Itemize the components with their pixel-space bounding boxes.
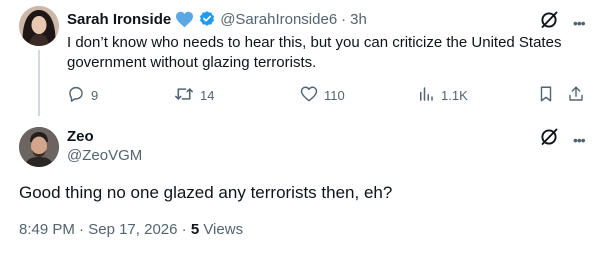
retweet-count: 14 <box>200 88 215 103</box>
retweet-icon <box>174 85 194 106</box>
separator: · <box>341 10 347 28</box>
thread-line <box>38 50 40 116</box>
tweet-date[interactable]: Sep 17, 2026 <box>88 221 177 238</box>
like-count: 110 <box>324 88 345 103</box>
verified-badge-icon[interactable] <box>198 10 216 28</box>
tweet-time[interactable]: 8:49 PM <box>19 221 75 238</box>
avatar[interactable] <box>19 6 59 46</box>
avatar[interactable] <box>19 127 59 167</box>
bookmark-icon <box>537 85 555 106</box>
views-icon <box>417 85 435 106</box>
tweet-text: Good thing no one glazed any terrorists … <box>19 183 393 202</box>
grok-icon[interactable] <box>539 10 559 35</box>
reply-count: 9 <box>91 88 99 103</box>
more-dots-icon[interactable]: ••• <box>573 15 586 31</box>
separator: · <box>79 221 85 238</box>
share-icon <box>567 85 585 106</box>
handle[interactable]: @ZeoVGM <box>67 147 142 164</box>
reply-icon <box>67 85 85 106</box>
share-button[interactable] <box>567 85 585 106</box>
tweet-top-actions: ••• <box>539 127 586 152</box>
handle[interactable]: @SarahIronside6 <box>220 11 337 28</box>
grok-icon[interactable] <box>539 127 559 152</box>
blue-heart-icon <box>175 11 194 28</box>
tweet-text: I don’t know who needs to hear this, but… <box>67 34 562 71</box>
timestamp[interactable]: 3h <box>350 11 367 28</box>
tweet-thread: Sarah Ironside @SarahIronside6 · 3h ••• … <box>0 0 598 256</box>
retweet-button[interactable]: 14 <box>174 85 214 106</box>
reply-button[interactable]: 9 <box>67 85 98 106</box>
display-name[interactable]: Sarah Ironside <box>67 11 171 28</box>
tweet-header: Sarah Ironside @SarahIronside6 · 3h <box>67 9 367 29</box>
views-button[interactable]: 1.1K <box>417 85 468 106</box>
separator: · <box>181 221 187 238</box>
more-dots-icon[interactable]: ••• <box>573 132 586 148</box>
views-count: 5 <box>190 221 200 238</box>
tweet-top-actions: ••• <box>539 10 586 35</box>
like-button[interactable]: 110 <box>300 85 345 106</box>
parent-tweet[interactable]: Sarah Ironside @SarahIronside6 · 3h ••• … <box>0 0 598 116</box>
tweet-actions: 9 14 110 1.1K <box>67 85 587 105</box>
like-icon <box>300 85 318 106</box>
views-count: 1.1K <box>441 88 468 103</box>
tweet-meta: 8:49 PM · Sep 17, 2026 · 5 Views <box>19 221 243 238</box>
display-name[interactable]: Zeo <box>67 128 94 145</box>
bookmark-button[interactable] <box>537 85 555 106</box>
views-label: Views <box>203 221 244 238</box>
